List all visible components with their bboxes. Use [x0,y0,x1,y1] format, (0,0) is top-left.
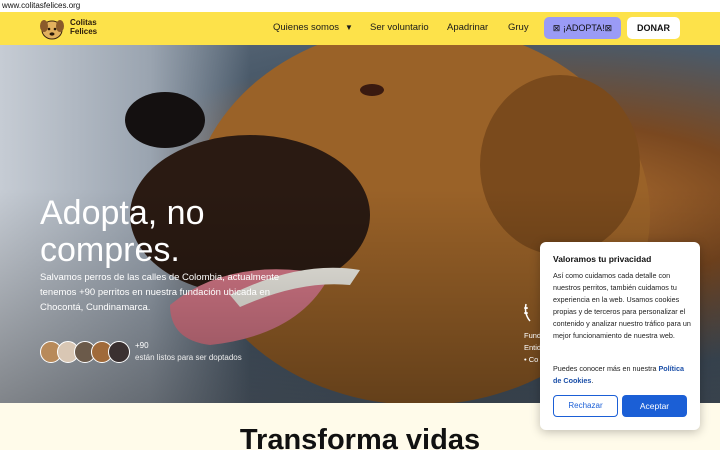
nav-item-label: Quienes somos [273,22,340,33]
hero-subtitle: Salvamos perros de las calles de Colombi… [40,272,280,313]
logo-text[interactable]: Colitas Felices [70,18,110,36]
partial-info-text: Fund Entid • Co [524,331,542,364]
nav-item-ser-voluntario[interactable]: Ser voluntario [370,22,429,33]
top-navbar: Colitas Felices Quienes somos ▼ Ser volun… [0,12,720,45]
dog-count: +90 [135,341,149,350]
cookie-more-info: Puedes conocer más en nuestra Política d… [553,364,685,385]
nav-item-gruy[interactable]: Gruy [508,22,529,33]
dog-count-caption: están listos para ser doptados [135,353,242,362]
accept-cookies-button[interactable]: Aceptar [622,395,687,417]
nav-item-apadrinar[interactable]: Apadrinar [447,22,488,33]
avatar [108,341,130,363]
cookie-title: Valoramos tu privacidad [553,254,652,264]
nav-item-quienes-somos[interactable]: Quienes somos ▼ [273,22,353,33]
reject-cookies-button[interactable]: Rechazar [553,395,618,417]
chevron-down-icon: ▼ [345,23,353,32]
browser-url[interactable]: www.colitasfelices.org [0,0,720,12]
adopta-button[interactable]: ⊠ ¡ADOPTA!⊠ [544,17,621,39]
laurel-icon [524,303,531,322]
cookie-body: Así como cuidamos cada detalle con nuest… [553,271,691,340]
hero-title: Adopta, no compres. [40,194,205,269]
cookie-consent-dialog: Valoramos tu privacidad Así como cuidamo… [540,242,700,430]
adoptable-dogs-avatars [40,341,140,363]
donar-button[interactable]: DONAR [627,17,680,39]
